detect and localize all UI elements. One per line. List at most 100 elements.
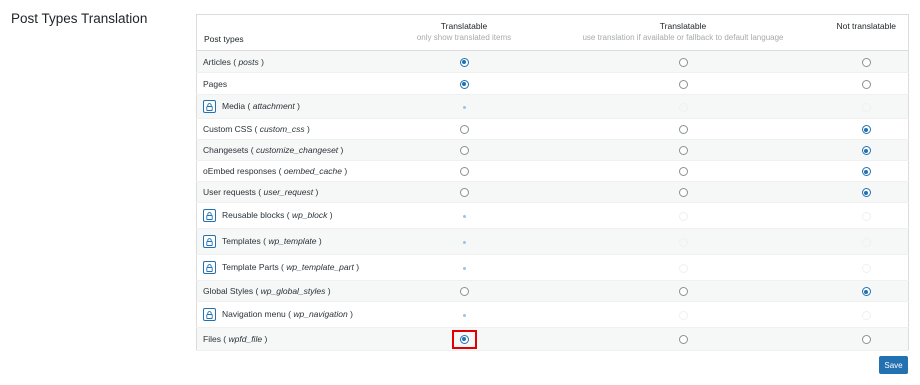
radio-translatable bbox=[460, 311, 469, 320]
radio-not-translatable-cell bbox=[824, 139, 909, 161]
lock-icon[interactable] bbox=[203, 209, 216, 222]
column-header-translatable-subtitle: only show translated items bbox=[416, 33, 512, 42]
radio-fallback-cell bbox=[541, 72, 825, 95]
post-type-slug-close: ) bbox=[313, 187, 319, 197]
radio-fallback[interactable] bbox=[678, 57, 688, 67]
radio-translatable[interactable] bbox=[459, 334, 469, 344]
lock-icon[interactable] bbox=[203, 235, 216, 248]
radio-not-translatable-cell bbox=[824, 202, 909, 229]
radio-translatable-cell bbox=[386, 72, 542, 95]
radio-translatable-cell bbox=[386, 50, 542, 73]
radio-fallback-cell bbox=[541, 94, 825, 119]
radio-not-translatable-cell bbox=[824, 50, 909, 73]
table-row: Changesets ( customize_changeset ) bbox=[196, 139, 909, 161]
lock-icon[interactable] bbox=[203, 261, 216, 274]
radio-not-translatable-cell bbox=[824, 181, 909, 203]
radio-fallback-cell bbox=[541, 181, 825, 203]
post-type-slug-close: ) bbox=[353, 261, 360, 272]
radio-not-translatable-cell bbox=[824, 72, 909, 95]
radio-not-translatable bbox=[861, 102, 871, 112]
radio-fallback bbox=[678, 237, 688, 247]
highlight-box bbox=[451, 329, 477, 349]
radio-not-translatable-cell bbox=[824, 327, 909, 351]
post-type-slug-close: ) bbox=[262, 334, 268, 344]
save-button[interactable]: Save bbox=[879, 356, 908, 374]
radio-not-translatable[interactable] bbox=[861, 287, 871, 297]
post-type-name-cell: Navigation menu ( wp_navigation ) bbox=[196, 301, 387, 328]
radio-not-translatable[interactable] bbox=[861, 188, 871, 198]
radio-not-translatable-cell bbox=[824, 254, 909, 281]
radio-translatable[interactable] bbox=[459, 125, 469, 135]
post-type-label: Templates ( bbox=[222, 235, 266, 246]
table-row: Files ( wpfd_file ) bbox=[196, 327, 909, 351]
table-row: Navigation menu ( wp_navigation ) bbox=[196, 301, 909, 328]
radio-not-translatable bbox=[861, 211, 871, 221]
table-row: oEmbed responses ( oembed_cache ) bbox=[196, 160, 909, 182]
table-row: Reusable blocks ( wp_block ) bbox=[196, 202, 909, 229]
radio-not-translatable-cell bbox=[824, 301, 909, 328]
post-type-slug-close: ) bbox=[327, 209, 333, 220]
radio-fallback bbox=[678, 263, 688, 273]
table-header-row: Post types Translatable only show transl… bbox=[196, 14, 909, 51]
radio-translatable[interactable] bbox=[459, 79, 469, 89]
post-types-table: Post types Translatable only show transl… bbox=[196, 14, 909, 351]
post-type-slug: wp_navigation bbox=[293, 308, 348, 319]
radio-not-translatable[interactable] bbox=[861, 57, 871, 67]
post-type-name-cell: Custom CSS ( custom_css ) bbox=[196, 118, 387, 140]
radio-fallback[interactable] bbox=[678, 335, 688, 345]
post-type-slug-close: ) bbox=[258, 56, 264, 67]
table-row: Global Styles ( wp_global_styles ) bbox=[196, 280, 909, 302]
column-header-post-types: Post types bbox=[196, 14, 387, 51]
radio-fallback bbox=[678, 211, 688, 221]
radio-translatable-cell bbox=[386, 301, 542, 328]
post-type-name-cell: User requests ( user_request ) bbox=[196, 181, 387, 203]
radio-translatable-cell bbox=[386, 94, 542, 119]
post-type-name-cell: Template Parts ( wp_template_part ) bbox=[196, 254, 387, 281]
table-row: Articles ( posts ) bbox=[196, 50, 909, 73]
radio-not-translatable bbox=[861, 310, 871, 320]
post-type-name-cell: Templates ( wp_template ) bbox=[196, 228, 387, 255]
radio-not-translatable[interactable] bbox=[861, 335, 871, 345]
post-type-name-cell: Global Styles ( wp_global_styles ) bbox=[196, 280, 387, 302]
radio-fallback[interactable] bbox=[678, 125, 688, 135]
radio-translatable[interactable] bbox=[459, 146, 469, 156]
radio-translatable-cell bbox=[386, 160, 542, 182]
lock-icon[interactable] bbox=[203, 100, 216, 113]
radio-not-translatable[interactable] bbox=[861, 125, 871, 135]
radio-translatable[interactable] bbox=[459, 188, 469, 198]
table-row: Template Parts ( wp_template_part ) bbox=[196, 254, 909, 281]
post-type-label: Custom CSS ( bbox=[203, 124, 258, 134]
radio-translatable bbox=[460, 238, 469, 247]
post-type-label: Global Styles ( bbox=[203, 286, 259, 296]
radio-fallback[interactable] bbox=[678, 188, 688, 198]
post-type-slug: attachment bbox=[252, 100, 295, 111]
radio-not-translatable[interactable] bbox=[861, 146, 871, 156]
radio-fallback-cell bbox=[541, 228, 825, 255]
radio-translatable bbox=[460, 212, 469, 221]
radio-fallback[interactable] bbox=[678, 287, 688, 297]
radio-translatable[interactable] bbox=[459, 167, 469, 177]
post-type-slug: wp_block bbox=[291, 209, 328, 220]
lock-icon[interactable] bbox=[203, 308, 216, 321]
radio-fallback-cell bbox=[541, 50, 825, 73]
post-type-label: Media ( bbox=[222, 100, 251, 111]
radio-not-translatable[interactable] bbox=[861, 167, 871, 177]
radio-fallback bbox=[678, 310, 688, 320]
radio-translatable bbox=[460, 103, 469, 112]
radio-translatable bbox=[460, 264, 469, 273]
radio-not-translatable[interactable] bbox=[861, 79, 871, 89]
post-type-slug: posts bbox=[238, 56, 259, 67]
radio-translatable[interactable] bbox=[459, 57, 469, 67]
radio-fallback[interactable] bbox=[678, 167, 688, 177]
radio-fallback[interactable] bbox=[678, 146, 688, 156]
post-type-name-cell: Pages bbox=[196, 72, 387, 95]
radio-fallback[interactable] bbox=[678, 79, 688, 89]
radio-translatable-cell bbox=[386, 228, 542, 255]
radio-translatable[interactable] bbox=[459, 287, 469, 297]
table-row: User requests ( user_request ) bbox=[196, 181, 909, 203]
radio-fallback-cell bbox=[541, 139, 825, 161]
table-row: Templates ( wp_template ) bbox=[196, 228, 909, 255]
post-type-label: Changesets ( bbox=[203, 145, 254, 155]
post-type-slug: customize_changeset bbox=[255, 145, 339, 155]
radio-not-translatable-cell bbox=[824, 118, 909, 140]
